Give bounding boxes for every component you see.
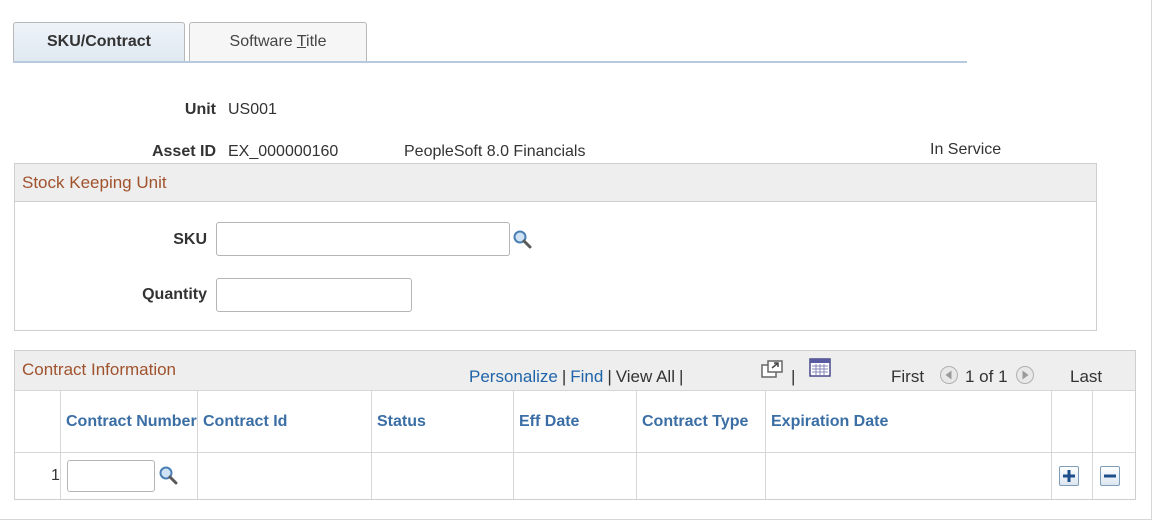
previous-icon[interactable] — [939, 365, 959, 385]
minus-icon — [1104, 474, 1116, 478]
pager-last: Last — [1070, 367, 1103, 386]
toolbar-separator: | — [791, 367, 796, 386]
toolbar-separator: | — [607, 367, 612, 386]
pager-first: First — [891, 367, 925, 386]
asset-id-value: EX_000000160 — [228, 143, 339, 160]
tab-underline — [13, 61, 967, 63]
asset-description: PeopleSoft 8.0 Financials — [404, 143, 586, 160]
pager-range: 1 of 1 — [965, 367, 1008, 386]
quantity-label: Quantity — [142, 286, 207, 303]
column-header-contract-type[interactable]: Contract Type — [637, 391, 766, 453]
contract-number-input[interactable] — [67, 460, 155, 492]
cell-contract-type — [637, 453, 766, 499]
tab-sku-contract[interactable]: SKU/Contract — [13, 22, 185, 62]
column-header-contract-number[interactable]: Contract Number — [61, 391, 198, 453]
add-column-header — [1052, 391, 1093, 453]
contract-information-grid: Contract Information Personalize | Find | Vi… — [14, 350, 1136, 500]
column-header-expiration-date[interactable]: Expiration Date — [766, 391, 1052, 453]
tab-software-title[interactable]: Software Title — [189, 22, 367, 62]
asset-status: In Service — [930, 141, 1002, 158]
toolbar-separator: | — [678, 367, 684, 386]
unit-label: Unit — [184, 101, 216, 118]
column-header-contract-id[interactable]: Contract Id — [198, 391, 372, 453]
column-header-eff-date[interactable]: Eff Date — [514, 391, 637, 453]
find-link[interactable]: Find — [570, 367, 603, 386]
personalize-link[interactable]: Personalize — [469, 367, 558, 386]
row-number: 1 — [51, 467, 60, 484]
quantity-input[interactable] — [216, 278, 412, 312]
group-title: Stock Keeping Unit — [15, 164, 1096, 202]
view-all-link[interactable]: View All — [616, 367, 675, 386]
asset-id-label: Asset ID — [151, 143, 216, 160]
download-spreadsheet-icon[interactable] — [809, 358, 831, 378]
next-icon[interactable] — [1015, 365, 1035, 385]
cell-status — [372, 453, 514, 499]
add-row-button[interactable] — [1059, 466, 1079, 486]
toolbar-separator: | — [561, 367, 567, 386]
row-number-header — [15, 391, 61, 453]
delete-row-button[interactable] — [1100, 466, 1120, 486]
tab-software-title-accesskey: T — [296, 33, 307, 50]
sku-lookup-icon[interactable] — [512, 229, 532, 249]
new-window-icon[interactable] — [760, 360, 784, 380]
tab-software-title-label-part2: itle — [306, 33, 327, 50]
sku-input[interactable] — [216, 222, 510, 256]
cell-expiration-date — [766, 453, 1052, 499]
cell-eff-date — [514, 453, 637, 499]
stock-keeping-unit-group: Stock Keeping Unit SKU Quantity — [14, 163, 1097, 331]
tab-software-title-label-part1: Software — [229, 33, 297, 50]
grid-toolbar: Personalize | Find | View All | — [469, 367, 687, 387]
plus-icon — [1063, 470, 1075, 482]
cell-contract-id — [198, 453, 372, 499]
unit-value: US001 — [228, 101, 277, 118]
column-header-status[interactable]: Status — [372, 391, 514, 453]
sku-label: SKU — [173, 231, 207, 248]
contract-number-lookup-icon[interactable] — [158, 465, 178, 485]
grid-title: Contract Information — [22, 360, 177, 379]
delete-column-header — [1093, 391, 1135, 453]
